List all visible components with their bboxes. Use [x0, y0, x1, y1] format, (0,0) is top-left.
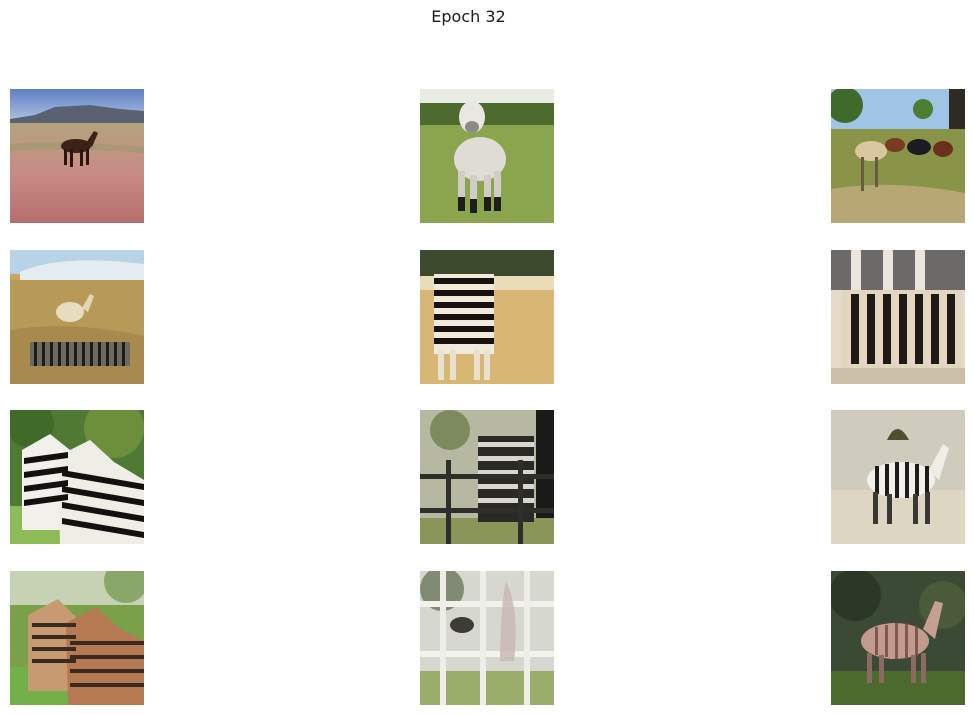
image-tile-r4-c1 [10, 571, 144, 705]
zebra-behind-fence-image [420, 410, 554, 544]
image-tile-r3-c3 [831, 410, 965, 544]
zebra-herd-plains-image [10, 250, 144, 384]
white-horse-on-grass-image [420, 89, 554, 223]
image-tile-r2-c3 [831, 250, 965, 384]
zebra-by-stable-image [831, 250, 965, 384]
image-tile-r1-c1 [10, 89, 144, 223]
figure-title: Epoch 32 [431, 7, 506, 26]
zebra-on-sand-image [420, 250, 554, 384]
striped-horse-dark-bg-image [831, 571, 965, 705]
zebra-in-savanna-image [831, 410, 965, 544]
image-tile-r1-c3 [831, 89, 965, 223]
image-tile-r1-c2 [420, 89, 554, 223]
image-tile-r4-c3 [831, 571, 965, 705]
image-tile-r3-c2 [420, 410, 554, 544]
image-tile-r4-c2 [420, 571, 554, 705]
two-zebras-grass-image [10, 571, 144, 705]
image-tile-r2-c2 [420, 250, 554, 384]
two-zebras-forest-image [10, 410, 144, 544]
horses-in-pasture-image [831, 89, 965, 223]
image-tile-r2-c1 [10, 250, 144, 384]
image-tile-r3-c1 [10, 410, 144, 544]
faded-fence-scene-image [420, 571, 554, 705]
horse-dark-on-meadow-image [10, 89, 144, 223]
